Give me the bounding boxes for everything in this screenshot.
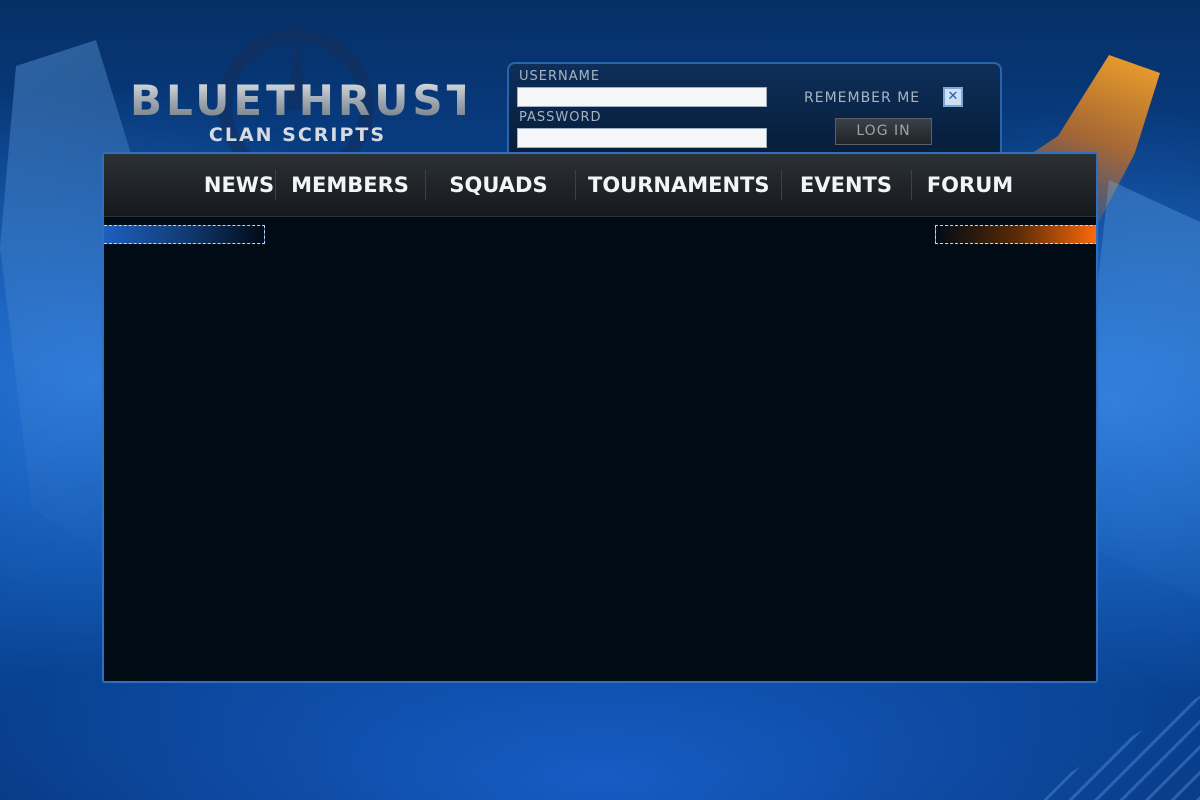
background-streaks xyxy=(1024,696,1200,800)
username-label: USERNAME xyxy=(519,69,601,84)
password-label: PASSWORD xyxy=(519,110,602,125)
nav-item-forum[interactable]: FORUM xyxy=(920,154,1020,216)
login-button[interactable]: LOG IN xyxy=(835,118,932,145)
nav-item-news[interactable]: NEWS xyxy=(184,154,294,216)
logo-title: BLUETHRUST xyxy=(130,76,480,125)
login-panel: USERNAME PASSWORD REMEMBER ME ✕ LOG IN xyxy=(507,62,1002,158)
remember-me-label[interactable]: REMEMBER ME xyxy=(804,90,920,106)
checkbox-x-icon[interactable]: ✕ xyxy=(943,87,963,107)
content-area xyxy=(104,246,1096,681)
nav-divider xyxy=(911,170,912,200)
nav-divider xyxy=(781,170,782,200)
site-logo[interactable]: BLUETHRUST CLAN SCRIPTS xyxy=(130,76,480,147)
main-frame: NEWS MEMBERS SQUADS TOURNAMENTS EVENTS F… xyxy=(102,152,1098,683)
nav-item-members[interactable]: MEMBERS xyxy=(290,154,410,216)
nav-item-squads[interactable]: SQUADS xyxy=(441,154,556,216)
nav-bar: NEWS MEMBERS SQUADS TOURNAMENTS EVENTS F… xyxy=(104,154,1096,217)
nav-divider xyxy=(575,170,576,200)
nav-divider xyxy=(425,170,426,200)
accent-bar-blue xyxy=(104,225,265,244)
nav-divider xyxy=(275,170,276,200)
nav-item-events[interactable]: EVENTS xyxy=(796,154,896,216)
nav-item-tournaments[interactable]: TOURNAMENTS xyxy=(588,154,770,216)
accent-bar-orange xyxy=(935,225,1096,244)
username-input[interactable] xyxy=(517,87,767,107)
password-input[interactable] xyxy=(517,128,767,148)
logo-subtitle: CLAN SCRIPTS xyxy=(208,124,387,146)
